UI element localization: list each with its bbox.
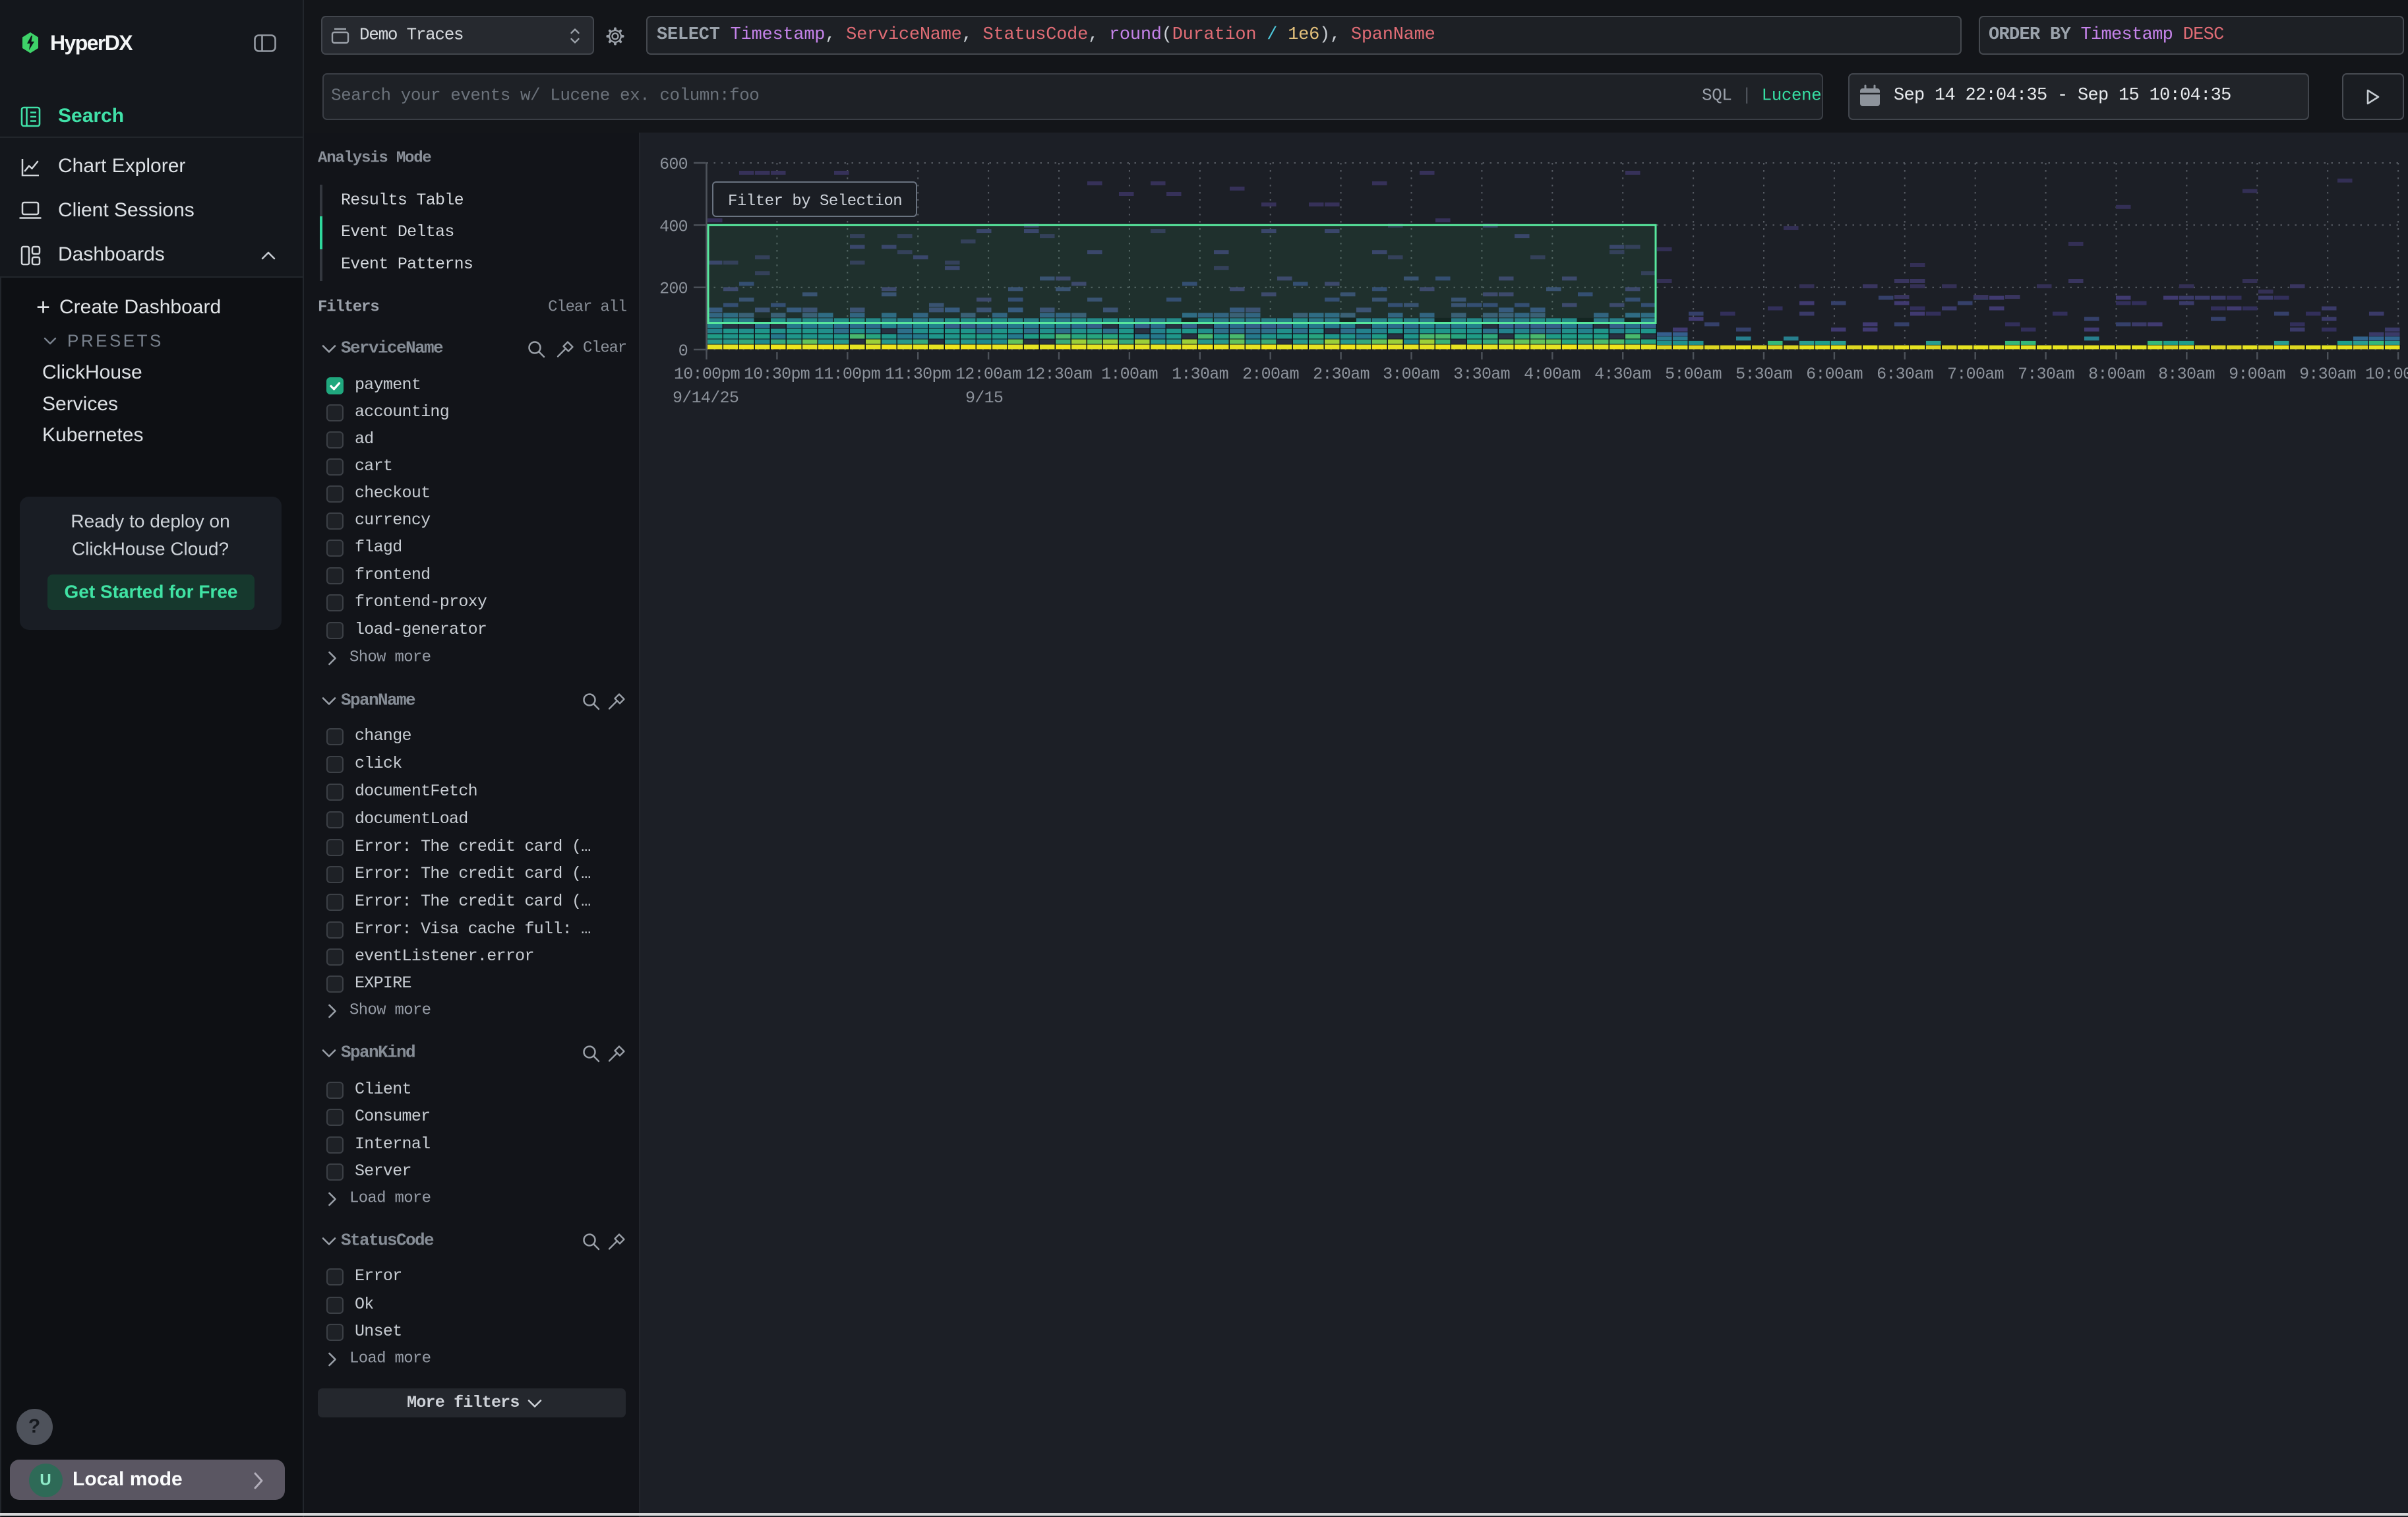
svg-text:Filter by Selection: Filter by Selection [728, 193, 902, 210]
svg-text:200: 200 [659, 280, 688, 299]
svg-text:7:00am: 7:00am [1947, 365, 2004, 384]
svg-text:9:30am: 9:30am [2299, 365, 2356, 384]
svg-text:1:30am: 1:30am [1172, 365, 1228, 384]
svg-text:400: 400 [659, 217, 688, 236]
svg-text:5:30am: 5:30am [1735, 365, 1792, 384]
svg-text:8:00am: 8:00am [2088, 365, 2145, 384]
svg-text:11:30pm: 11:30pm [885, 365, 951, 384]
svg-text:5:00am: 5:00am [1665, 365, 1722, 384]
svg-text:4:30am: 4:30am [1594, 365, 1651, 384]
svg-text:600: 600 [659, 155, 688, 174]
svg-text:2:30am: 2:30am [1313, 365, 1370, 384]
svg-text:4:00am: 4:00am [1524, 365, 1580, 384]
svg-text:12:30am: 12:30am [1026, 365, 1092, 384]
svg-text:8:30am: 8:30am [2158, 365, 2215, 384]
svg-text:6:30am: 6:30am [1877, 365, 1933, 384]
svg-text:3:30am: 3:30am [1453, 365, 1510, 384]
svg-text:6:00am: 6:00am [1806, 365, 1863, 384]
svg-text:9/14/25: 9/14/25 [673, 388, 738, 408]
svg-text:1:00am: 1:00am [1101, 365, 1158, 384]
svg-text:9/15: 9/15 [965, 388, 1003, 408]
svg-text:10:00pm: 10:00pm [674, 365, 740, 384]
svg-text:2:00am: 2:00am [1242, 365, 1299, 384]
svg-text:12:00am: 12:00am [955, 365, 1021, 384]
svg-text:10:00am: 10:00am [2365, 365, 2408, 384]
svg-text:10:30pm: 10:30pm [744, 365, 810, 384]
svg-text:0: 0 [678, 342, 688, 361]
svg-text:3:00am: 3:00am [1383, 365, 1439, 384]
svg-text:11:00pm: 11:00pm [814, 365, 880, 384]
svg-text:9:00am: 9:00am [2229, 365, 2285, 384]
svg-text:7:30am: 7:30am [2018, 365, 2074, 384]
